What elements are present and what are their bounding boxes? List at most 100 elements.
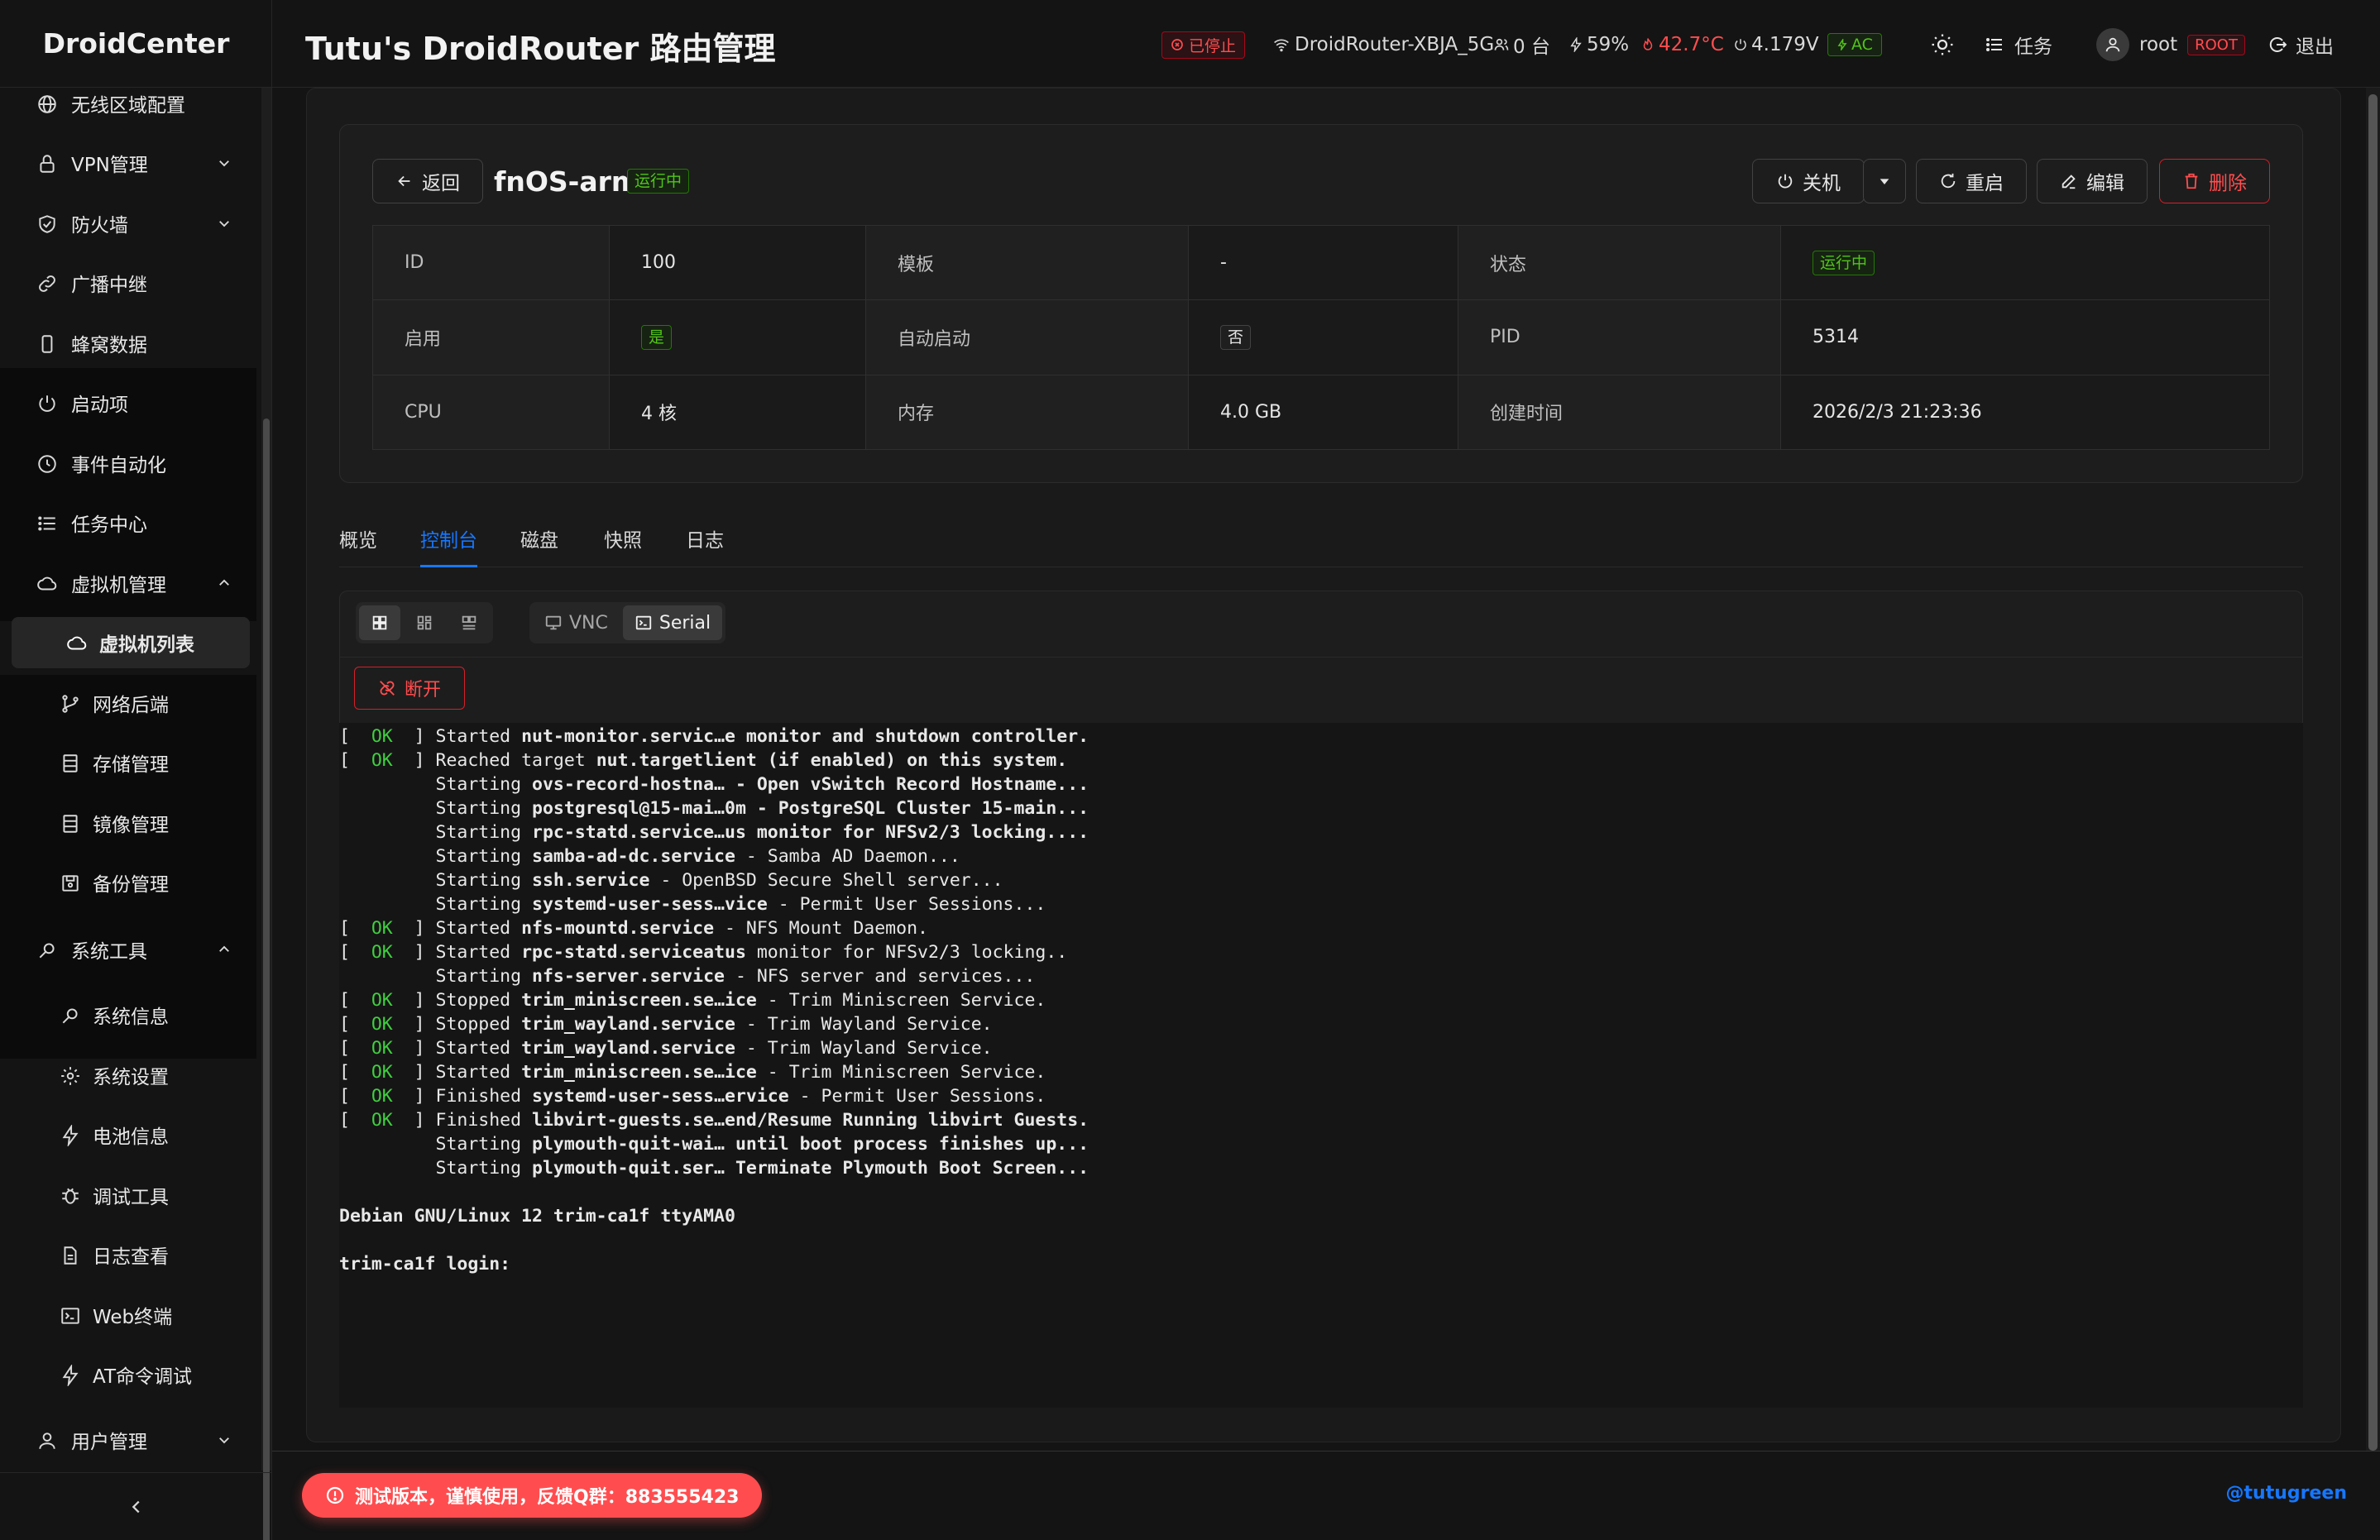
layout-grid-button[interactable] [359,605,400,640]
sidebar-item-image[interactable]: 镜像管理 [0,797,256,849]
sidebar-item-vm-management[interactable]: 虚拟机管理 [0,557,256,609]
user-menu[interactable]: root ROOT [2096,28,2245,61]
line-description: - Permit User Sessions... [767,894,1046,915]
shutdown-dropdown-button[interactable] [1863,159,1906,203]
sidebar-item-startup[interactable]: 启动项 [0,377,256,428]
shutdown-label: 关机 [1803,173,1841,194]
sidebar-item-at-command[interactable]: AT命令调试 [0,1349,256,1400]
arrow-left-icon [398,175,410,187]
sidebar: DroidCenter 无线区域配置 VPN管理 防火墙 广播中继 蜂窝数据 启… [0,0,272,1540]
line-verb: Stopped [435,1014,522,1035]
scrollbar-thumb[interactable] [263,418,270,1540]
tab-logs[interactable]: 日志 [686,524,724,567]
sidebar-item-wireless-region[interactable]: 无线区域配置 [0,88,256,129]
sidebar-item-web-terminal[interactable]: Web终端 [0,1289,256,1341]
line-unit: trim_miniscreen.se…ice [521,1062,757,1083]
scrollbar-thumb[interactable] [2368,94,2378,1451]
cloud-icon [67,636,87,650]
sidebar-item-battery-info[interactable]: 电池信息 [0,1109,256,1160]
ok-bracket: [ [339,918,371,939]
line-description: - Trim Miniscreen Service. [756,1062,1046,1083]
sidebar-item-label: 防火墙 [71,215,128,237]
line-verb: Starting [435,1158,532,1179]
power-icon [1778,174,1793,189]
line-unit: trim_miniscreen.se…ice [521,990,757,1011]
sidebar-item-label: 存储管理 [93,754,169,776]
sidebar-item-vpn[interactable]: VPN管理 [0,137,256,189]
sidebar-item-broadcast-relay[interactable]: 广播中继 [0,257,256,308]
field-label: PID [1458,299,1781,375]
restart-button[interactable]: 重启 [1916,159,2027,203]
sidebar-item-system-info[interactable]: 系统信息 [0,989,256,1040]
sidebar-item-event-automation[interactable]: 事件自动化 [0,438,256,489]
terminal-line: [ OK ] Started trim_wayland.service - Tr… [339,1036,2303,1060]
sidebar-item-task-center[interactable]: 任务中心 [0,497,256,548]
tab-disk[interactable]: 磁盘 [520,524,558,567]
sidebar-item-backup[interactable]: 备份管理 [0,857,256,908]
content-scrollbar[interactable] [2366,88,2380,1451]
layout-compact-button[interactable] [404,605,445,640]
logout-button[interactable]: 退出 [2267,28,2334,61]
sidebar-item-system-settings[interactable]: 系统设置 [0,1050,256,1101]
sidebar-item-label: 事件自动化 [71,455,166,476]
sidebar-scrollbar[interactable] [261,88,271,1540]
shutdown-button[interactable]: 关机 [1752,159,1865,203]
back-button[interactable]: 返回 [372,159,483,203]
vm-name: fnOS-arm [494,165,640,198]
table-row: 启用 是 自动启动 否 PID 5314 [372,299,2270,375]
sidebar-item-log-viewer[interactable]: 日志查看 [0,1229,256,1280]
ok-bracket: ] [392,942,436,963]
delete-button[interactable]: 删除 [2159,159,2270,203]
mode-vnc-button[interactable]: VNC [533,605,620,640]
tab-overview[interactable]: 概览 [339,524,377,567]
terminal-blank [339,1228,2303,1252]
line-description: - Permit User Sessions. [788,1086,1046,1107]
terminal-line: [ OK ] Stopped trim_miniscreen.se…ice - … [339,988,2303,1012]
logout-icon [2269,37,2287,52]
sidebar-item-cellular[interactable]: 蜂窝数据 [0,318,256,369]
wifi-icon [1274,39,1289,52]
sidebar-item-storage[interactable]: 存储管理 [0,737,256,788]
serial-terminal[interactable]: [ OK ] Started nut-monitor.servic…e moni… [339,723,2303,1408]
sidebar-menu: 无线区域配置 VPN管理 防火墙 广播中继 蜂窝数据 启动项 事件自动化 任务中… [0,88,261,1471]
line-unit: trim_wayland.service [521,1014,735,1035]
edit-button[interactable]: 编辑 [2037,159,2148,203]
ok-bracket: [ [339,1062,371,1083]
tab-snapshot[interactable]: 快照 [604,524,642,567]
ok-bracket: [ [339,726,371,747]
ok-status: OK [371,750,393,771]
sidebar-item-user-management[interactable]: 用户管理 [0,1414,256,1466]
layout-fullscreen-button[interactable] [448,605,490,640]
brand-logo[interactable]: DroidCenter [0,0,272,88]
sidebar-item-debug-tools[interactable]: 调试工具 [0,1169,256,1221]
file-icon [64,1246,77,1265]
sidebar-item-network-backend[interactable]: 网络后端 [0,677,256,729]
info-icon [62,1008,78,1024]
ok-status: OK [371,1038,393,1059]
line-description: - Trim Wayland Service. [735,1038,993,1059]
terminal-line: [ OK ] Finished systemd-user-sess…ervice… [339,1084,2303,1108]
collapse-sidebar-button[interactable] [0,1472,272,1540]
sidebar-item-system-tools[interactable]: 系统工具 [0,924,256,975]
disconnect-button[interactable]: 断开 [354,667,465,710]
sidebar-item-vm-list[interactable]: 虚拟机列表 [12,617,250,668]
terminal-icon [61,1308,79,1324]
ok-bracket: ] [392,726,436,747]
terminal-icon [635,615,652,630]
theme-toggle[interactable] [1930,28,1955,61]
tab-console[interactable]: 控制台 [420,524,477,567]
sidebar-item-firewall[interactable]: 防火墙 [0,198,256,249]
ok-status: OK [371,918,393,939]
temperature: 42.7°C [1640,28,1724,61]
tasks-button[interactable]: 任务 [1985,28,2052,61]
author-credit[interactable]: @tutugreen [2226,1483,2347,1504]
mode-serial-button[interactable]: Serial [622,605,723,640]
tasks-label: 任务 [2014,36,2052,58]
wifi-ssid: DroidRouter-XBJA_5G [1295,34,1495,55]
database-icon [63,754,78,772]
terminal-line: [ OK ] Started trim_miniscreen.se…ice - … [339,1060,2303,1084]
terminal-line: [ OK ] Started nfs-mountd.service - NFS … [339,916,2303,940]
